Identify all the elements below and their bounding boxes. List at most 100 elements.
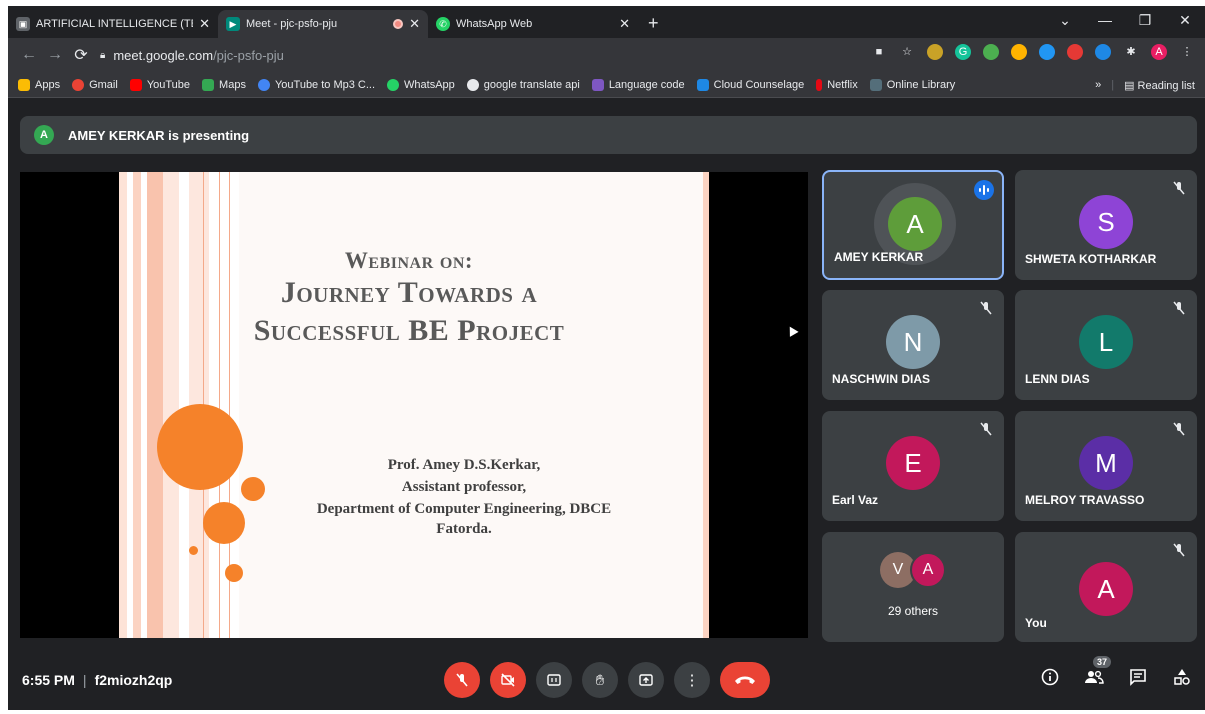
divider: | [82, 672, 87, 688]
divider: | [1111, 79, 1115, 91]
participant-avatar: E [886, 436, 940, 490]
others-avatars: V A [880, 552, 950, 592]
present-now-button[interactable] [628, 662, 664, 698]
raise-hand-button[interactable]: ✋︎ [582, 662, 618, 698]
meeting-info: 6:55 PM | f2miozh2qp [22, 672, 172, 688]
sound-icon[interactable] [1095, 44, 1111, 60]
chat-button[interactable] [1127, 666, 1149, 688]
tab-title: ARTIFICIAL INTELLIGENCE (TE CO [36, 18, 193, 30]
others-count-label: 29 others [887, 604, 939, 618]
mic-off-icon [1173, 181, 1185, 195]
extension-icon[interactable] [1011, 44, 1027, 60]
participant-tile-others[interactable]: V A 29 others [822, 532, 1004, 642]
bookmark-whatsapp[interactable]: WhatsApp [387, 78, 455, 91]
bookmark-star-icon[interactable]: ☆ [899, 44, 915, 60]
reading-list-label: Reading list [1137, 79, 1195, 92]
close-tab-icon[interactable]: ✕ [199, 16, 210, 32]
profile-avatar[interactable]: A [1151, 44, 1167, 60]
participants-button[interactable]: 37 [1083, 656, 1111, 688]
tab-meet[interactable]: ▶ Meet - pjc-psfo-pju ✕ [218, 10, 428, 38]
bookmark-cloud-counselage[interactable]: Cloud Counselage [696, 78, 804, 91]
tab-artificial-intelligence[interactable]: ▣ ARTIFICIAL INTELLIGENCE (TE CO ✕ [8, 10, 218, 38]
close-window-icon[interactable]: ✕ [1165, 12, 1205, 29]
presentation-stage: Webinar on: Journey Towards a Successful… [20, 172, 808, 638]
bookmark-label: YouTube to Mp3 C... [274, 78, 376, 91]
minimize-icon[interactable]: — [1085, 12, 1125, 28]
restore-icon[interactable]: ❐ [1125, 12, 1165, 29]
participant-tile-earl-vaz[interactable]: E Earl Vaz [822, 411, 1004, 521]
classroom-icon: ▣ [16, 17, 30, 31]
back-icon[interactable]: ← [16, 46, 42, 64]
reading-list-icon: ▤ [1124, 79, 1138, 92]
more-vert-icon: ⋮ [684, 672, 700, 689]
more-bookmarks-button[interactable]: » [1095, 79, 1101, 91]
close-tab-icon[interactable]: ✕ [619, 16, 630, 32]
mic-off-icon [1173, 422, 1185, 436]
bookmark-youtube[interactable]: YouTube [129, 78, 191, 91]
meeting-code: f2miozh2qp [94, 672, 173, 688]
close-tab-icon[interactable]: ✕ [409, 16, 420, 32]
extension-icon[interactable] [1039, 44, 1055, 60]
youtube-icon [129, 78, 142, 91]
activities-button[interactable] [1171, 666, 1193, 688]
slide-title-line1: Journey Towards a [280, 276, 538, 309]
bookmark-language-code[interactable]: Language code [591, 78, 685, 91]
participant-name: SHWETA KOTHARKAR [1025, 252, 1157, 266]
extensions-area: ■ ☆ G ✱ A ⋮ [871, 44, 1195, 60]
grammarly-icon[interactable]: G [955, 44, 971, 60]
bookmarks-bar: Apps Gmail YouTube Maps YouTube to Mp3 C… [8, 72, 1205, 98]
meeting-details-button[interactable] [1039, 666, 1061, 688]
hand-icon: ✋︎ [595, 671, 605, 689]
slide-line [219, 172, 220, 638]
puzzle-icon[interactable]: ✱ [1123, 44, 1139, 60]
slide-author-block: Prof. Amey D.S.Kerkar, Assistant profess… [259, 454, 669, 538]
bookmark-label: Language code [608, 78, 685, 91]
shield-icon[interactable] [983, 44, 999, 60]
camera-toggle-button[interactable] [490, 662, 526, 698]
bookmark-youtube-mp3[interactable]: YouTube to Mp3 C... [257, 78, 376, 91]
participant-tile-lenn-dias[interactable]: L LENN DIAS [1015, 290, 1197, 400]
bookmark-gmail[interactable]: Gmail [72, 78, 118, 91]
forward-icon[interactable]: → [42, 46, 68, 64]
closed-captions-icon [547, 674, 561, 686]
hexagon-icon [466, 78, 479, 91]
bookmark-online-library[interactable]: Online Library [869, 78, 955, 91]
bookmark-label: YouTube [146, 78, 191, 91]
participant-avatar: M [1079, 436, 1133, 490]
bookmark-translate-api[interactable]: google translate api [466, 78, 580, 91]
participant-avatar: A [1079, 562, 1133, 616]
slide-title: Webinar on: Journey Towards a Successful… [149, 248, 669, 350]
bookmark-netflix[interactable]: Netflix [816, 78, 858, 91]
participant-count-badge: 37 [1092, 656, 1111, 668]
google-icon [72, 78, 85, 91]
meet-icon: ▶ [226, 17, 240, 31]
menu-kebab-icon[interactable]: ⋮ [1179, 44, 1195, 60]
bookmark-apps[interactable]: Apps [18, 78, 60, 91]
participant-tile-shweta-kotharkar[interactable]: S SHWETA KOTHARKAR [1015, 170, 1197, 280]
bookmark-label: google translate api [483, 78, 580, 91]
mic-off-icon [980, 422, 992, 436]
mic-off-icon [1173, 543, 1185, 557]
bookmarks-right: » | ▤ Reading list [1095, 72, 1195, 98]
reload-icon[interactable]: ⟳ [68, 45, 94, 65]
participant-tile-melroy-travasso[interactable]: M MELROY TRAVASSO [1015, 411, 1197, 521]
bookmark-maps[interactable]: Maps [202, 78, 246, 91]
participant-tile-amey-kerkar[interactable]: A AMEY KERKAR [822, 170, 1004, 280]
more-options-button[interactable]: ⋮ [674, 662, 710, 698]
camera-off-icon [501, 673, 515, 687]
participant-avatar: A [888, 197, 942, 251]
tab-search-icon[interactable]: ⌄ [1045, 12, 1085, 29]
youtube-ext-icon[interactable] [1067, 44, 1083, 60]
microphone-toggle-button[interactable] [444, 662, 480, 698]
reading-list-button[interactable]: ▤ Reading list [1124, 79, 1195, 92]
tab-whatsapp[interactable]: ✆ WhatsApp Web ✕ [428, 10, 638, 38]
extension-icon[interactable] [927, 44, 943, 60]
presenting-text: AMEY KERKAR is presenting [68, 127, 250, 143]
new-tab-button[interactable]: + [648, 13, 659, 34]
captions-button[interactable] [536, 662, 572, 698]
participant-tile-you[interactable]: A You [1015, 532, 1197, 642]
participant-tile-naschwin-dias[interactable]: N NASCHWIN DIAS [822, 290, 1004, 400]
address-bar[interactable]: 🔒︎ meet.google.com /pjc-psfo-pju [100, 42, 284, 68]
camera-icon[interactable]: ■ [871, 44, 887, 60]
leave-call-button[interactable] [720, 662, 770, 698]
